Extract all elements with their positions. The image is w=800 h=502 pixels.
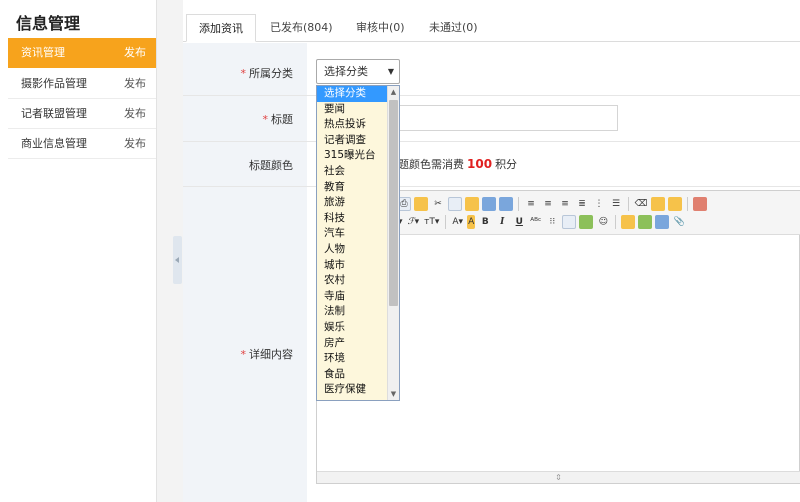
emoticon-icon[interactable]: ☺ (596, 215, 610, 229)
align-justify-icon[interactable]: ≣ (575, 197, 589, 211)
toolbar-row-2: ▾ ℱ▾ тT▾ A▾ A B I U ᴬᴮᶜ ⁝⁝ ☺ 📎 (397, 213, 686, 231)
italic-icon[interactable]: I (495, 215, 509, 229)
scroll-up-arrow-icon[interactable]: ▲ (388, 86, 399, 98)
publish-link[interactable]: 发布 (124, 129, 146, 159)
publish-link[interactable]: 发布 (124, 69, 146, 99)
sidebar-item-label: 商业信息管理 (21, 137, 87, 150)
text-color-icon[interactable]: A▾ (451, 215, 464, 229)
table-icon[interactable] (562, 215, 577, 229)
media-icon[interactable] (655, 215, 670, 229)
main-panel: 添加资讯 已发布(804) 审核中(0) 未通过(0) * 所属分类 选择分类 ▼… (183, 0, 800, 502)
title-label: * 标题 (262, 113, 294, 126)
line-height-icon[interactable]: ⁝⁝ (545, 215, 559, 229)
category-select-value: 选择分类 (324, 65, 368, 78)
font-size-icon[interactable]: тT▾ (423, 215, 440, 229)
sidebar-item-business-info[interactable]: 商业信息管理 发布 (8, 129, 156, 159)
separator (518, 197, 519, 211)
dropdown-scrollbar[interactable]: ▲ ▼ (387, 86, 399, 400)
divider (183, 186, 800, 187)
tab-add-news[interactable]: 添加资讯 (186, 14, 256, 42)
template-icon[interactable] (414, 197, 428, 211)
editor-resize-handle[interactable]: ⇕ (317, 471, 800, 483)
fullscreen-icon[interactable] (693, 197, 707, 211)
image-icon[interactable] (621, 215, 636, 229)
bg-color-icon[interactable]: A (467, 215, 476, 229)
strikethrough-icon[interactable]: ᴬᴮᶜ (529, 215, 542, 229)
title-color-label: 标题颜色 (249, 159, 293, 172)
required-mark: * (262, 113, 269, 126)
chevron-down-icon: ▼ (387, 67, 394, 76)
required-mark: * (240, 67, 247, 80)
paste-word-icon[interactable] (499, 197, 513, 211)
category-select[interactable]: 选择分类 ▼ (316, 59, 400, 84)
required-mark: * (240, 348, 247, 361)
paste-text-icon[interactable] (482, 197, 496, 211)
attachment-icon[interactable]: 📎 (672, 215, 686, 229)
sidebar-item-label: 摄影作品管理 (21, 77, 87, 90)
copy-icon[interactable] (448, 197, 462, 211)
tab-rejected[interactable]: 未通过(0) (429, 14, 478, 42)
sidebar-item-photography[interactable]: 摄影作品管理 发布 (8, 69, 156, 99)
paste-icon[interactable] (465, 197, 479, 211)
tab-published[interactable]: 已发布(804) (270, 14, 333, 42)
tab-bar: 添加资讯 已发布(804) 审核中(0) 未通过(0) (183, 14, 800, 42)
sidebar-item-reporter-alliance[interactable]: 记者联盟管理 发布 (8, 99, 156, 129)
separator (687, 197, 688, 211)
select-all-icon[interactable] (668, 197, 682, 211)
unordered-list-icon[interactable]: ☰ (609, 197, 623, 211)
align-left-icon[interactable]: ≡ (524, 197, 538, 211)
sidebar-item-news[interactable]: 资讯管理 发布 (8, 38, 156, 68)
align-center-icon[interactable]: ≡ (541, 197, 555, 211)
sidebar-item-label: 记者联盟管理 (21, 107, 87, 120)
content-label: * 详细内容 (240, 348, 294, 361)
ordered-list-icon[interactable]: ⋮ (592, 197, 606, 211)
font-family-icon[interactable]: ℱ▾ (407, 215, 421, 229)
toolbar-row-1: ⎙ ✂ ≡ ≡ ≡ ≣ ⋮ ☰ ⌫ (397, 195, 707, 213)
sidebar: 信息管理 资讯管理 发布 摄影作品管理 发布 记者联盟管理 发布 商业信息管理 … (0, 0, 157, 502)
title-input[interactable] (393, 105, 618, 131)
flash-icon[interactable] (638, 215, 653, 229)
separator (628, 197, 629, 211)
align-right-icon[interactable]: ≡ (558, 197, 572, 211)
scrollbar-thumb[interactable] (389, 100, 398, 306)
points-cost: 100 (467, 157, 493, 171)
publish-link[interactable]: 发布 (124, 99, 146, 129)
publish-link[interactable]: 发布 (124, 38, 146, 68)
divider (183, 95, 800, 96)
tab-under-review[interactable]: 审核中(0) (356, 14, 405, 42)
bold-icon[interactable]: B (478, 215, 492, 229)
brush-icon[interactable] (651, 197, 665, 211)
category-dropdown-list[interactable]: 选择分类 要闻 热点投诉 记者调查 315曝光台 社会 教育 旅游 科技 汽车 人物 城市 农村 寺庙 法制… (316, 85, 400, 401)
category-label: * 所属分类 (240, 67, 294, 80)
sidebar-collapse-handle[interactable] (173, 236, 182, 284)
title-color-note: 题颜色需消费 100 积分 (398, 157, 518, 171)
underline-icon[interactable]: U (512, 215, 526, 229)
sidebar-item-label: 资讯管理 (21, 46, 65, 59)
cut-icon[interactable]: ✂ (431, 197, 445, 211)
divider (183, 141, 800, 142)
separator (445, 215, 447, 229)
scroll-down-arrow-icon[interactable]: ▼ (388, 388, 399, 400)
hr-icon[interactable] (579, 215, 594, 229)
sidebar-title: 信息管理 (16, 14, 81, 33)
separator (615, 215, 617, 229)
eraser-icon[interactable]: ⌫ (634, 197, 648, 211)
